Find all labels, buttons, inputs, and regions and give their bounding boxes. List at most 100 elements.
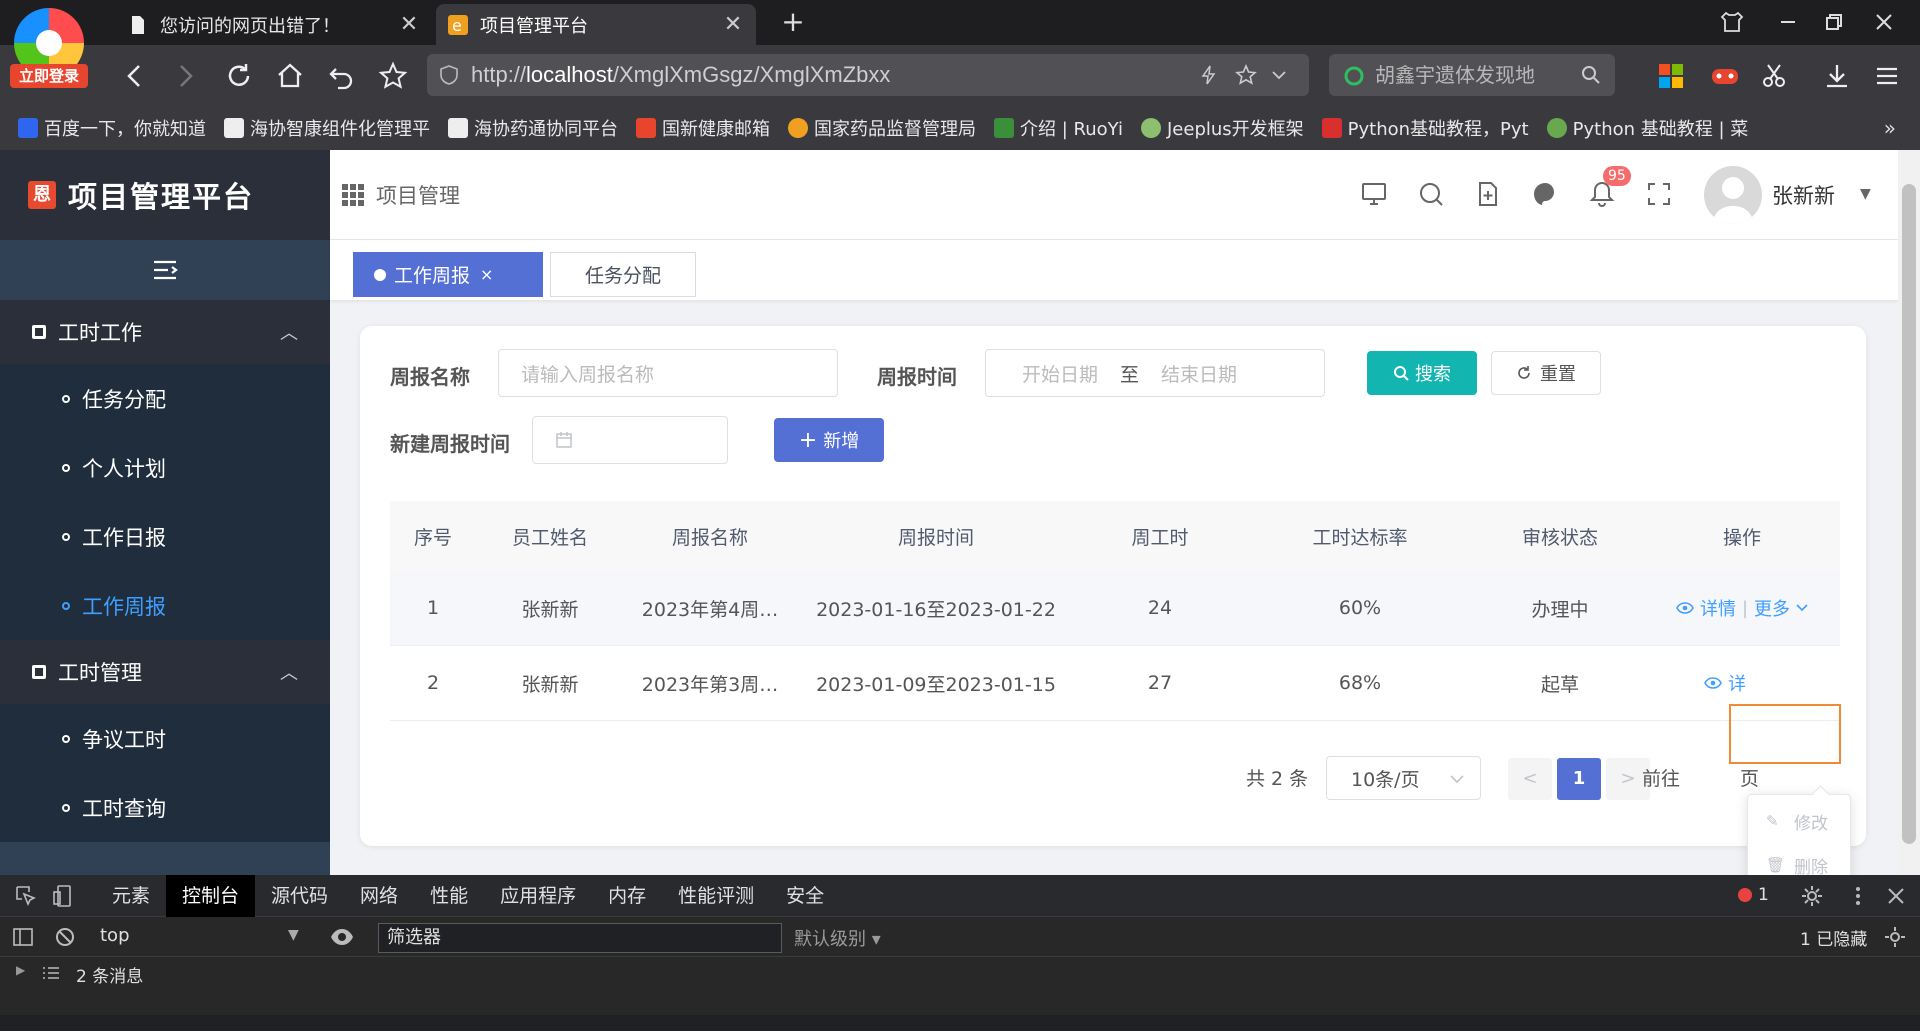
sidebar-item-task-assign[interactable]: 任务分配	[0, 364, 330, 433]
theme-icon[interactable]	[1531, 180, 1559, 208]
error-counter[interactable]: 1	[1738, 885, 1769, 905]
undo-icon[interactable]	[326, 61, 356, 91]
search-button[interactable]: 搜索	[1367, 351, 1477, 395]
page-number-button[interactable]: 1	[1557, 758, 1601, 800]
eye-icon[interactable]	[330, 927, 354, 947]
bookmark-item[interactable]: 海协药通协同平台	[448, 115, 618, 141]
tab-close-button[interactable]: ✕	[398, 12, 420, 37]
scissors-icon[interactable]	[1760, 61, 1790, 91]
detail-link[interactable]: 详	[1728, 670, 1746, 696]
monitor-icon[interactable]	[1360, 180, 1388, 208]
tag-weekly-report[interactable]: 工作周报 ×	[353, 252, 543, 297]
bookmark-item[interactable]: Python基础教程，Pyt	[1321, 115, 1529, 141]
log-level-select[interactable]: 默认级别 ▾	[794, 925, 881, 951]
devtools-tab-memory[interactable]: 内存	[592, 875, 662, 917]
devtools-tab-elements[interactable]: 元素	[96, 875, 166, 917]
add-document-icon[interactable]	[1474, 180, 1502, 208]
user-name[interactable]: 张新新	[1772, 180, 1835, 210]
browser-tab-project[interactable]: e 项目管理平台 ✕	[436, 4, 756, 45]
bookmark-item[interactable]: Python 基础教程 | 菜	[1546, 115, 1748, 141]
reset-button[interactable]: 重置	[1491, 351, 1601, 395]
sidebar-item-daily-report[interactable]: 工作日报	[0, 502, 330, 571]
close-icon[interactable]	[1884, 884, 1908, 908]
search-icon[interactable]	[1581, 65, 1601, 85]
browser-tab-error[interactable]: 您访问的网页出错了！ ✕	[116, 4, 432, 45]
chevron-down-icon[interactable]	[1271, 67, 1287, 83]
menu-group-work[interactable]: 工时工作 ︿	[0, 300, 330, 364]
search-icon[interactable]	[1417, 180, 1445, 208]
report-name-input[interactable]: 请输入周报名称	[498, 349, 838, 397]
sidebar-toggle-icon[interactable]	[12, 926, 34, 948]
expand-arrow-icon[interactable]: ▶	[16, 963, 25, 977]
table-row[interactable]: 1 张新新 2023年第4周… 2023-01-16至2023-01-22 24…	[390, 571, 1840, 646]
avatar[interactable]	[1704, 166, 1762, 224]
login-badge[interactable]: 立即登录	[10, 64, 88, 88]
back-icon[interactable]	[120, 61, 150, 91]
tag-close-icon[interactable]: ×	[480, 265, 493, 284]
tab-close-button[interactable]: ✕	[722, 12, 744, 37]
detail-link[interactable]: 详情	[1700, 595, 1736, 621]
more-dropdown-trigger[interactable]: 更多	[1754, 595, 1790, 621]
execution-context-select[interactable]: top	[100, 925, 130, 946]
scrollbar-thumb[interactable]	[1902, 184, 1916, 844]
tag-task-assign[interactable]: 任务分配	[550, 252, 696, 297]
bookmarks-more-button[interactable]: »	[1884, 116, 1896, 140]
start-date-input[interactable]: 开始日期	[1022, 360, 1098, 387]
restore-icon[interactable]	[1822, 10, 1846, 34]
devtools-tab-security[interactable]: 安全	[770, 875, 840, 917]
bookmark-item[interactable]: 介绍 | RuoYi	[994, 115, 1123, 141]
bookmark-item[interactable]: 海协智康组件化管理平	[224, 115, 430, 141]
bookmark-star-icon[interactable]	[1235, 64, 1257, 86]
gear-icon[interactable]	[1800, 884, 1824, 908]
minimize-icon[interactable]	[1776, 10, 1800, 34]
bookmark-item[interactable]: 百度一下，你就知道	[18, 115, 206, 141]
device-toolbar-icon[interactable]	[52, 884, 76, 908]
star-icon[interactable]	[378, 61, 408, 91]
forward-icon[interactable]	[170, 61, 200, 91]
browser-logo[interactable]: 立即登录	[10, 8, 88, 90]
menu-group-management[interactable]: 工时管理 ︿	[0, 640, 330, 704]
close-window-icon[interactable]	[1872, 10, 1896, 34]
devtools-tab-console[interactable]: 控制台	[166, 874, 256, 917]
devtools-tab-sources[interactable]: 源代码	[255, 875, 344, 917]
home-icon[interactable]	[275, 61, 305, 91]
kebab-menu-icon[interactable]	[1846, 884, 1870, 908]
browser-search-box[interactable]: 胡鑫宇遗体发现地	[1329, 54, 1615, 96]
game-icon[interactable]	[1710, 61, 1740, 91]
add-button[interactable]: + 新增	[774, 418, 884, 462]
devtools-tab-lighthouse[interactable]: 性能评测	[662, 875, 770, 917]
new-tab-button[interactable]: +	[778, 8, 808, 38]
bookmark-item[interactable]: 国新健康邮箱	[636, 115, 770, 141]
bookmark-item[interactable]: 国家药品监督管理局	[788, 115, 976, 141]
caret-down-icon[interactable]: ▼	[1860, 186, 1871, 202]
table-row[interactable]: 2 张新新 2023年第3周… 2023-01-09至2023-01-15 27…	[390, 646, 1840, 721]
page-size-select[interactable]: 10条/页	[1326, 756, 1481, 800]
refresh-icon[interactable]	[224, 61, 254, 91]
prev-page-button[interactable]: <	[1508, 758, 1552, 800]
sidebar-collapse-toggle[interactable]	[0, 240, 330, 300]
shirt-icon[interactable]	[1720, 10, 1744, 34]
console-filter-input[interactable]: 筛选器	[378, 923, 782, 953]
date-range-picker[interactable]: 开始日期 至 结束日期	[985, 349, 1325, 397]
new-report-date-input[interactable]	[532, 416, 728, 464]
menu-icon[interactable]	[1872, 61, 1902, 91]
address-bar[interactable]: http://localhost/XmglXmGsgz/XmglXmZbxx	[427, 54, 1309, 96]
end-date-input[interactable]: 结束日期	[1161, 360, 1237, 387]
download-icon[interactable]	[1822, 61, 1852, 91]
sidebar-item-hours-query[interactable]: 工时查询	[0, 773, 330, 842]
clear-console-icon[interactable]	[54, 926, 76, 948]
caret-down-icon[interactable]: ▼	[288, 927, 299, 943]
fullscreen-icon[interactable]	[1645, 180, 1673, 208]
inspect-icon[interactable]	[14, 884, 38, 908]
apps-grid-icon[interactable]	[1656, 61, 1686, 91]
page-scrollbar[interactable]	[1898, 150, 1920, 875]
bookmark-item[interactable]: Jeeplus开发框架	[1140, 115, 1304, 141]
devtools-tab-application[interactable]: 应用程序	[484, 875, 592, 917]
devtools-tab-network[interactable]: 网络	[344, 875, 414, 917]
sidebar-item-weekly-report[interactable]: 工作周报	[0, 571, 330, 640]
chevron-down-icon[interactable]	[1796, 604, 1808, 612]
devtools-tab-performance[interactable]: 性能	[414, 875, 484, 917]
sidebar-item-disputed-hours[interactable]: 争议工时	[0, 704, 330, 773]
gear-icon[interactable]	[1884, 926, 1906, 948]
sidebar-item-personal-plan[interactable]: 个人计划	[0, 433, 330, 502]
